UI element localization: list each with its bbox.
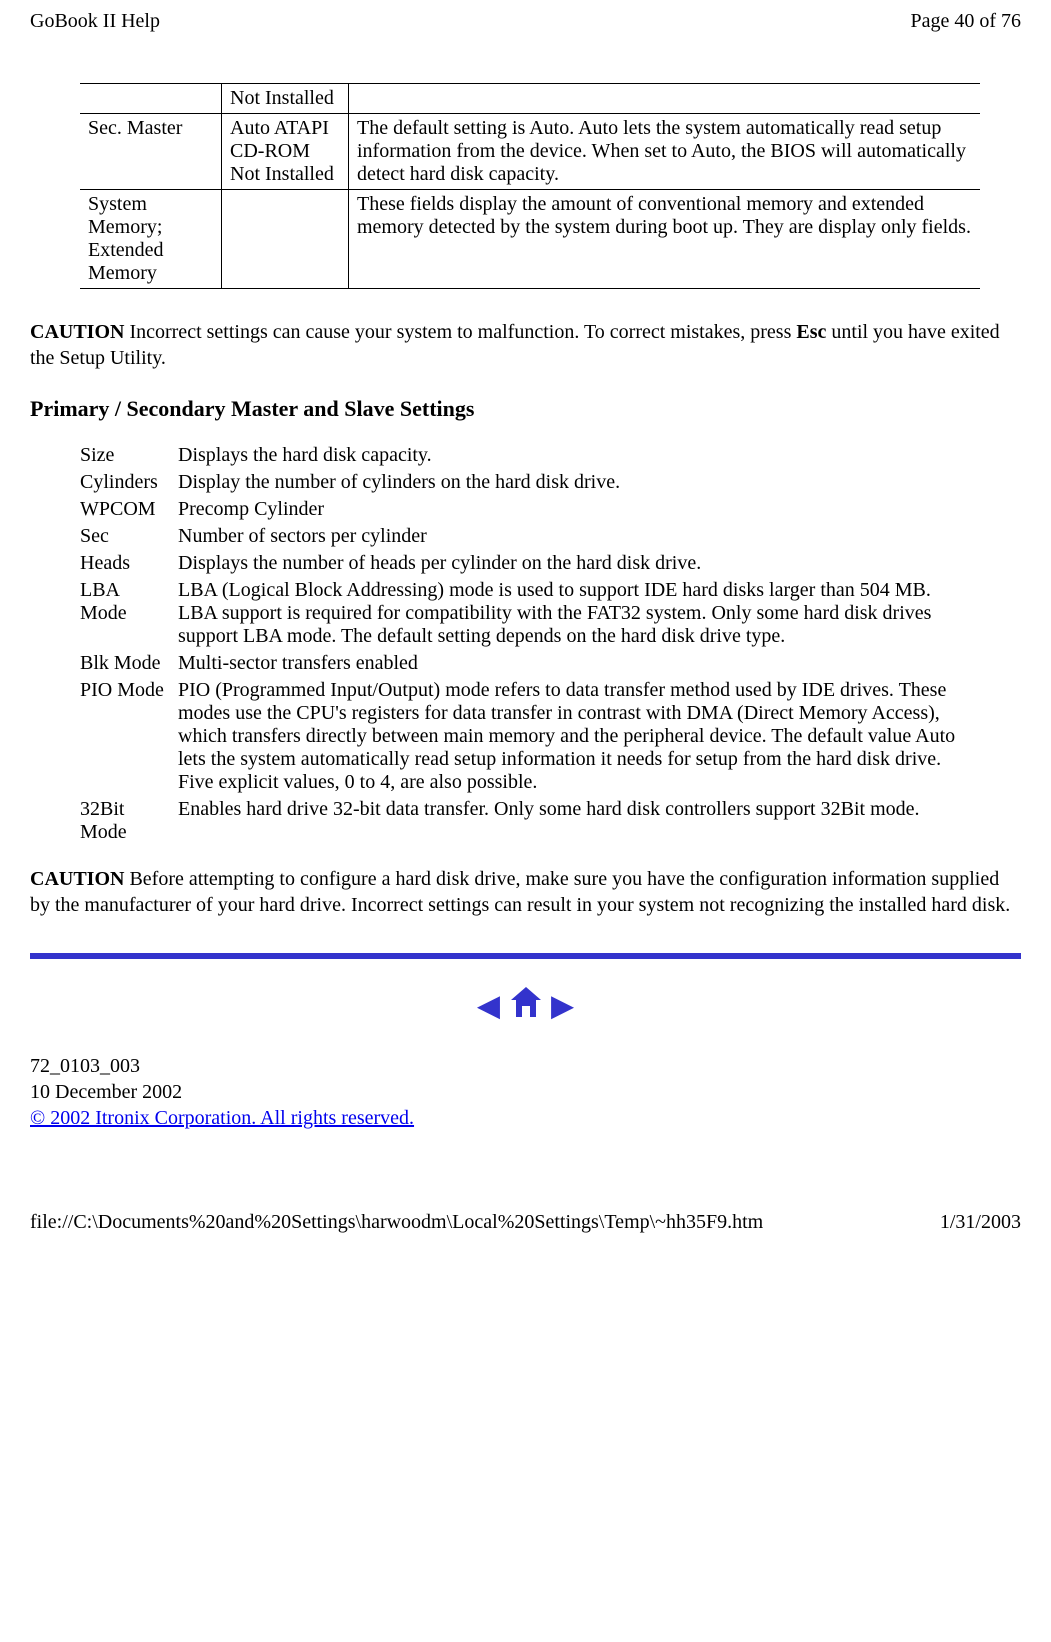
table-row: CylindersDisplay the number of cylinders… [80,469,980,496]
setting-desc: Number of sectors per cylinder [178,523,980,550]
copyright-link[interactable]: © 2002 Itronix Corporation. All rights r… [30,1107,414,1129]
setting-desc: Displays the hard disk capacity. [178,442,980,469]
prev-arrow-icon[interactable]: ◀ [478,991,500,1022]
file-path: file://C:\Documents%20and%20Settings\har… [30,1211,763,1234]
setting-label: Heads [80,550,178,577]
setting-desc: LBA (Logical Block Addressing) mode is u… [178,577,980,650]
page-header: GoBook II Help Page 40 of 76 [30,10,1021,33]
setting-label: PIO Mode [80,677,178,796]
table-row: SecNumber of sectors per cylinder [80,523,980,550]
cell-options: Auto ATAPI CD-ROM Not Installed [222,114,349,190]
setting-desc: PIO (Programmed Input/Output) mode refer… [178,677,980,796]
master-slave-settings-table: SizeDisplays the hard disk capacity. Cyl… [80,442,980,846]
header-page-number: Page 40 of 76 [910,10,1021,33]
table-row: Not Installed [80,84,980,114]
doc-number: 72_0103_003 [30,1053,1021,1079]
cell-field: System Memory; Extended Memory [80,190,222,289]
header-title: GoBook II Help [30,10,160,33]
table-row: PIO ModePIO (Programmed Input/Output) mo… [80,677,980,796]
nav-icons: ◀ ▶ [30,984,1021,1028]
caution-paragraph-2: CAUTION Before attempting to configure a… [30,866,1021,918]
setting-label: WPCOM [80,496,178,523]
table-row: LBA ModeLBA (Logical Block Addressing) m… [80,577,980,650]
home-icon[interactable] [507,984,545,1028]
table-row: 32Bit ModeEnables hard drive 32-bit data… [80,796,980,846]
footer-info: 72_0103_003 10 December 2002 © 2002 Itro… [30,1053,1021,1131]
cell-options [222,190,349,289]
caution-label: CAUTION [30,321,124,343]
table-row: System Memory; Extended Memory These fie… [80,190,980,289]
caution-text: Before attempting to configure a hard di… [30,868,1010,916]
page-footer: file://C:\Documents%20and%20Settings\har… [30,1211,1021,1234]
divider-bar [30,953,1021,959]
print-date: 1/31/2003 [940,1211,1021,1234]
caution-paragraph-1: CAUTION Incorrect settings can cause you… [30,319,1021,371]
setting-label: Cylinders [80,469,178,496]
cell-description: These fields display the amount of conve… [349,190,981,289]
cell-options: Not Installed [222,84,349,114]
cell-description: The default setting is Auto. Auto lets t… [349,114,981,190]
next-arrow-icon[interactable]: ▶ [552,991,574,1022]
setting-desc: Enables hard drive 32-bit data transfer.… [178,796,980,846]
table-row: HeadsDisplays the number of heads per cy… [80,550,980,577]
table-row: Blk ModeMulti-sector transfers enabled [80,650,980,677]
setting-label: Sec [80,523,178,550]
doc-date: 10 December 2002 [30,1079,1021,1105]
setting-desc: Precomp Cylinder [178,496,980,523]
setting-label: Blk Mode [80,650,178,677]
bios-settings-table: Not Installed Sec. Master Auto ATAPI CD-… [80,83,980,289]
table-row: Sec. Master Auto ATAPI CD-ROM Not Instal… [80,114,980,190]
setting-label: Size [80,442,178,469]
setting-desc: Displays the number of heads per cylinde… [178,550,980,577]
esc-key: Esc [796,321,826,343]
cell-field [80,84,222,114]
section-heading: Primary / Secondary Master and Slave Set… [30,396,1021,422]
cell-field: Sec. Master [80,114,222,190]
setting-label: LBA Mode [80,577,178,650]
setting-label: 32Bit Mode [80,796,178,846]
table-row: WPCOMPrecomp Cylinder [80,496,980,523]
setting-desc: Multi-sector transfers enabled [178,650,980,677]
table-row: SizeDisplays the hard disk capacity. [80,442,980,469]
caution-text: Incorrect settings can cause your system… [124,321,796,343]
setting-desc: Display the number of cylinders on the h… [178,469,980,496]
caution-label: CAUTION [30,868,124,890]
cell-description [349,84,981,114]
